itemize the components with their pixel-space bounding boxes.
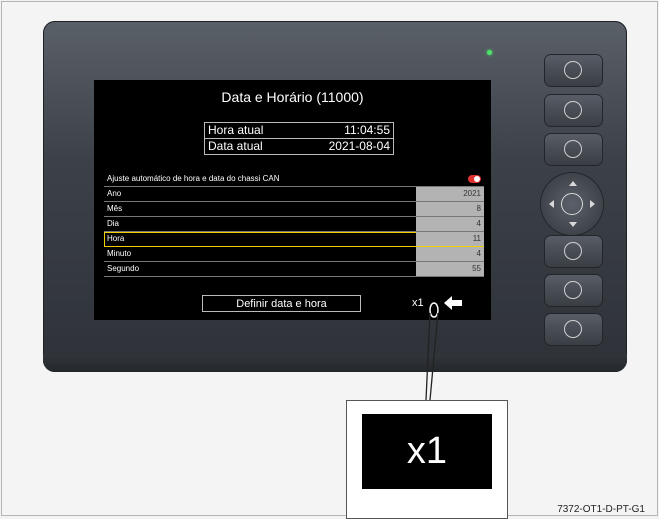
figure-code: 7372-OT1-D-PT-G1 (557, 504, 645, 515)
callout-leader-lines (425, 302, 439, 401)
callout-zoom-box: x1 (346, 400, 508, 519)
zoom-multiplier: x1 (362, 414, 492, 489)
